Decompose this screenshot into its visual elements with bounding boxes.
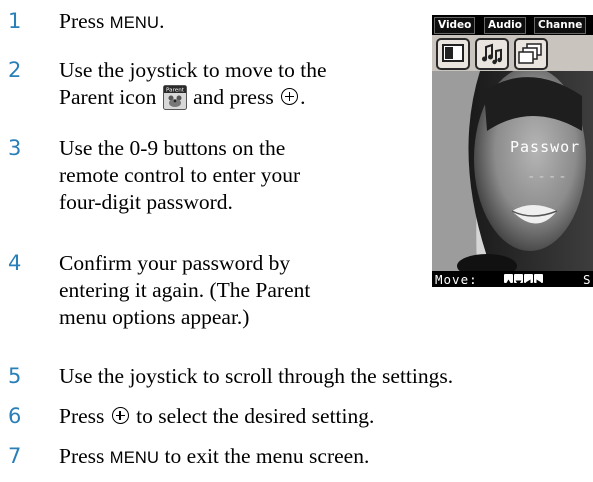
step-number: 2 bbox=[8, 58, 22, 82]
status-bar: Move: S bbox=[432, 271, 593, 287]
menu-key-label: MENU bbox=[109, 449, 160, 467]
tv-menu-screenshot: Video Audio Channe Passwor ---- Move: S bbox=[432, 15, 593, 287]
tab-video: Video bbox=[434, 17, 476, 34]
music-notes-icon bbox=[475, 38, 509, 70]
password-label: Passwor bbox=[510, 138, 581, 156]
step-number: 5 bbox=[8, 364, 22, 388]
arrow-left-icon bbox=[524, 274, 533, 286]
step-number: 4 bbox=[8, 251, 22, 275]
arrow-right-icon bbox=[534, 274, 543, 286]
menu-key-label: MENU bbox=[109, 14, 160, 32]
step-text: Confirm your password by bbox=[59, 251, 291, 275]
step-text: menu options appear.) bbox=[59, 305, 250, 329]
step-text: Press MENU. bbox=[59, 9, 165, 33]
enter-circle-plus-icon bbox=[111, 407, 129, 424]
step-number: 6 bbox=[8, 404, 22, 428]
status-extra-label: S bbox=[583, 272, 591, 287]
step-number: 7 bbox=[8, 444, 22, 468]
step-text: Use the joystick to move to the bbox=[59, 58, 327, 82]
step-text: Press MENU to exit the menu screen. bbox=[59, 444, 370, 468]
channel-icon bbox=[514, 38, 548, 70]
tab-channel: Channe bbox=[534, 17, 587, 34]
menu-icon-row bbox=[432, 35, 593, 71]
parent-icon: Parent bbox=[162, 85, 187, 110]
arrow-up-icon bbox=[504, 274, 513, 285]
step-text: entering it again. (The Parent bbox=[59, 278, 311, 302]
move-label: Move: bbox=[435, 272, 478, 287]
enter-circle-plus-icon bbox=[281, 88, 299, 105]
arrow-down-icon bbox=[514, 274, 523, 286]
tab-audio: Audio bbox=[484, 17, 526, 34]
background-photo bbox=[432, 67, 593, 278]
step-text: Parent icon Parent and press . bbox=[59, 85, 306, 110]
step-text: four-digit password. bbox=[59, 190, 233, 214]
step-text: Use the 0-9 buttons on the bbox=[59, 136, 286, 160]
step-number: 1 bbox=[8, 9, 22, 33]
password-entry-dashes: ---- bbox=[527, 169, 569, 185]
parent-icon-label: Parent bbox=[166, 88, 185, 94]
step-number: 3 bbox=[8, 136, 22, 160]
menu-tab-bar: Video Audio Channe bbox=[432, 15, 593, 35]
step-text: Press to select the desired setting. bbox=[59, 404, 375, 428]
step-text: remote control to enter your bbox=[59, 163, 301, 187]
picture-icon bbox=[436, 38, 470, 70]
step-text: Use the joystick to scroll through the s… bbox=[59, 364, 454, 388]
